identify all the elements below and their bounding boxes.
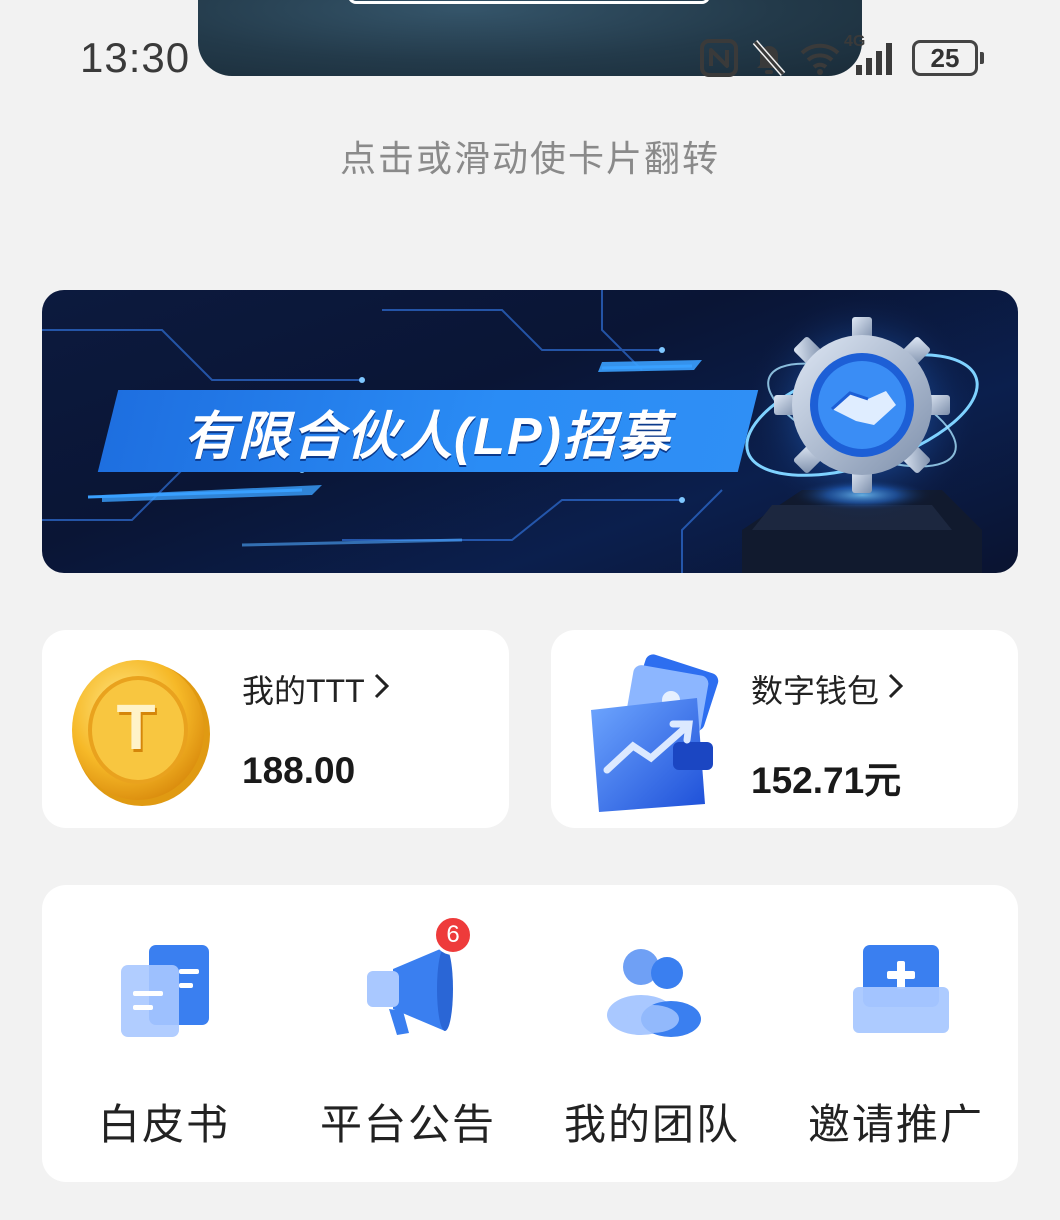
wifi-icon bbox=[800, 41, 840, 75]
battery-level: 25 bbox=[912, 40, 978, 76]
document-icon bbox=[109, 935, 219, 1045]
menu-label: 我的团队 bbox=[563, 1101, 740, 1148]
signal-icon: 4G bbox=[844, 33, 898, 77]
notification-badge: 6 bbox=[433, 915, 473, 955]
ttt-label-text: 我的TTT bbox=[242, 673, 365, 709]
bell-muted-icon bbox=[752, 39, 786, 77]
nfc-icon bbox=[700, 39, 738, 77]
chevron-right-icon bbox=[373, 671, 391, 708]
flip-hint: 点击或滑动使卡片翻转 bbox=[339, 138, 720, 179]
invite-icon bbox=[841, 935, 951, 1045]
card-slot bbox=[348, 0, 710, 4]
menu-item-announcements[interactable]: 6 平台公告 bbox=[286, 885, 530, 1182]
menu-label: 白皮书 bbox=[97, 1101, 230, 1148]
wallet-label: 数字钱包 bbox=[751, 666, 905, 712]
wallet-value: 152.71元 bbox=[751, 760, 902, 801]
status-time: 13:30 bbox=[80, 34, 191, 81]
chevron-right-icon bbox=[887, 671, 905, 708]
wallet-icon bbox=[573, 646, 743, 816]
menu-item-team[interactable]: 我的团队 bbox=[530, 885, 774, 1182]
team-icon bbox=[597, 935, 707, 1045]
menu-label: 平台公告 bbox=[319, 1101, 496, 1148]
gold-coin-icon: T T bbox=[64, 646, 234, 816]
quick-menu: 白皮书 6 平台公告 我的团队 邀请推广 bbox=[42, 885, 1018, 1182]
menu-item-invite[interactable]: 邀请推广 bbox=[774, 885, 1018, 1182]
battery-icon: 25 bbox=[912, 40, 984, 76]
menu-label: 邀请推广 bbox=[807, 1101, 984, 1148]
network-type-label: 4G bbox=[844, 33, 866, 50]
megaphone-icon: 6 bbox=[353, 915, 473, 1045]
ttt-card[interactable]: T T 我的TTT 188.00 bbox=[42, 630, 509, 828]
menu-item-whitepaper[interactable]: 白皮书 bbox=[42, 885, 286, 1182]
banner-title: 有限合伙人(LP)招募 bbox=[97, 390, 759, 472]
status-icons: 4G 25 bbox=[700, 33, 984, 78]
banner-title-text: 有限合伙人(LP)招募 bbox=[184, 407, 672, 466]
recruitment-banner[interactable]: 有限合伙人(LP)招募 bbox=[42, 290, 1018, 573]
wallet-card[interactable]: 数字钱包 152.71元 bbox=[551, 630, 1018, 828]
wallet-label-text: 数字钱包 bbox=[751, 673, 880, 709]
ttt-label: 我的TTT bbox=[242, 666, 391, 712]
ttt-value: 188.00 bbox=[242, 750, 356, 791]
page: 13:30 4G 25 点击或滑动使卡片翻转 有限合伙人(LP)招募 T T 我… bbox=[0, 0, 1060, 1220]
svg-text:T: T bbox=[116, 691, 155, 763]
